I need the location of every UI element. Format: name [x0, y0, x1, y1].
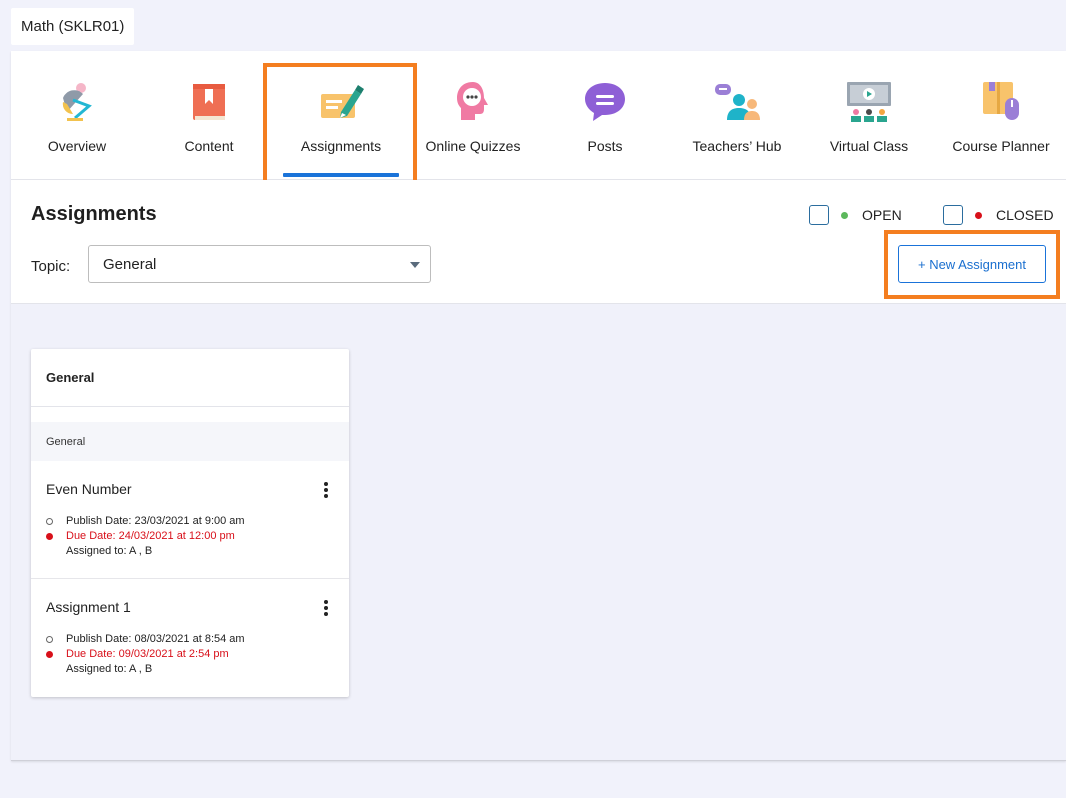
legend-closed: CLOSED — [943, 205, 1054, 225]
publish-date: Publish Date: 08/03/2021 at 8:54 am — [46, 633, 245, 645]
publish-date-text: Publish Date: 23/03/2021 at 9:00 am — [66, 515, 245, 527]
open-status-dot — [841, 211, 848, 219]
due-date: Due Date: 24/03/2021 at 12:00 pm — [46, 530, 235, 542]
quiz-head-icon — [457, 82, 488, 120]
course-panel: Overview Content Assignments Online Quiz… — [11, 51, 1066, 761]
new-assignment-button[interactable]: + New Assignment — [898, 245, 1046, 283]
due-date-text: Due Date: 24/03/2021 at 12:00 pm — [66, 530, 235, 542]
page-title: Assignments — [31, 203, 157, 225]
nav-tab-assignments[interactable]: Assignments — [275, 51, 407, 180]
due-dot-icon — [46, 650, 53, 658]
planner-mouse-icon — [983, 82, 1019, 120]
legend-open: OPEN — [809, 205, 902, 225]
nav-tab-virtual-class[interactable]: Virtual Class — [803, 51, 935, 180]
book-icon — [193, 84, 225, 120]
due-date: Due Date: 09/03/2021 at 2:54 pm — [46, 648, 229, 660]
nav-tab-label: Overview — [47, 138, 107, 154]
closed-label: CLOSED — [996, 207, 1054, 223]
open-filter-checkbox[interactable] — [809, 205, 829, 225]
chevron-down-icon — [410, 262, 420, 268]
due-date-text: Due Date: 09/03/2021 at 2:54 pm — [66, 648, 229, 660]
course-nav-bar: Overview Content Assignments Online Quiz… — [11, 51, 1066, 200]
active-tab-indicator — [283, 173, 399, 177]
nav-tab-label: Course Planner — [952, 138, 1050, 154]
assigned-to: Assigned to: A , B — [66, 663, 153, 675]
topic-card: General General Even Number Publish Date… — [31, 349, 349, 697]
assignment-item[interactable]: Even Number Publish Date: 23/03/2021 at … — [31, 461, 349, 579]
pen-paper-icon — [321, 85, 364, 118]
nav-tab-content[interactable]: Content — [143, 51, 275, 180]
desk-lamp-icon — [62, 83, 92, 121]
nav-tab-label: Content — [184, 138, 234, 154]
video-screen-icon — [847, 82, 891, 122]
nav-tab-teachers-hub[interactable]: Teachers’ Hub — [671, 51, 803, 180]
nav-tab-posts[interactable]: Posts — [539, 51, 671, 180]
nav-tab-label: Teachers’ Hub — [692, 138, 782, 154]
topic-label: Topic: — [31, 258, 71, 275]
nav-tab-label: Online Quizzes — [425, 138, 521, 154]
publish-date: Publish Date: 23/03/2021 at 9:00 am — [46, 515, 245, 527]
more-options-icon[interactable] — [323, 600, 329, 618]
chat-bubble-icon — [585, 83, 625, 121]
publish-date-text: Publish Date: 08/03/2021 at 8:54 am — [66, 633, 245, 645]
course-title-chip: Math (SKLR01) — [11, 8, 135, 45]
more-options-icon[interactable] — [323, 482, 329, 500]
nav-tab-label: Assignments — [300, 138, 382, 154]
publish-ring-icon — [46, 635, 53, 643]
assignments-header: Assignments OPEN CLOSED Topic: General +… — [11, 180, 1066, 304]
assignment-title[interactable]: Assignment 1 — [46, 599, 131, 615]
closed-status-dot — [975, 211, 982, 219]
topic-card-subheader: General — [31, 422, 349, 461]
topic-select-value: General — [103, 255, 157, 273]
course-title: Math (SKLR01) — [21, 18, 125, 35]
nav-tab-label: Virtual Class — [829, 138, 909, 154]
assignment-title[interactable]: Even Number — [46, 481, 132, 497]
publish-ring-icon — [46, 517, 53, 525]
closed-filter-checkbox[interactable] — [943, 205, 963, 225]
people-chat-icon — [715, 84, 760, 120]
nav-tab-label: Posts — [587, 138, 623, 154]
nav-tab-online-quizzes[interactable]: Online Quizzes — [407, 51, 539, 180]
topic-select[interactable]: General — [88, 245, 431, 283]
due-dot-icon — [46, 532, 53, 540]
assigned-to: Assigned to: A , B — [66, 545, 153, 557]
nav-tab-overview[interactable]: Overview — [11, 51, 143, 180]
nav-tab-course-planner[interactable]: Course Planner — [935, 51, 1066, 180]
open-label: OPEN — [862, 207, 902, 223]
topic-card-title: General — [46, 370, 95, 385]
divider — [31, 406, 349, 407]
assignment-item[interactable]: Assignment 1 Publish Date: 08/03/2021 at… — [31, 579, 349, 697]
